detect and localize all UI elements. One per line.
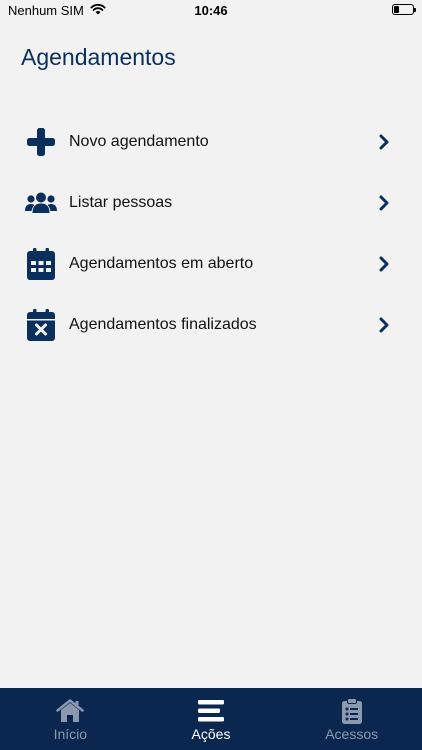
chevron-right-icon xyxy=(378,195,390,211)
tab-label: Início xyxy=(53,726,88,742)
menu-item-novo-agendamento[interactable]: Novo agendamento xyxy=(0,111,422,172)
clipboard-list-icon xyxy=(341,698,362,724)
chevron-right-icon xyxy=(378,134,390,150)
tab-acoes[interactable]: Ações xyxy=(141,688,282,750)
menu-bars-icon xyxy=(198,698,224,724)
tab-bar: Início Ações Acessos xyxy=(0,688,422,750)
home-icon xyxy=(56,698,85,724)
battery-icon xyxy=(392,4,416,15)
tab-label: Ações xyxy=(191,726,231,742)
status-time: 10:46 xyxy=(194,3,228,18)
calendar-times-icon xyxy=(25,308,57,341)
menu-item-label: Listar pessoas xyxy=(69,193,173,211)
status-bar: Nenhum SIM 10:46 xyxy=(0,0,422,22)
page-title: Agendamentos xyxy=(21,44,176,70)
menu-item-label: Novo agendamento xyxy=(69,132,209,150)
tab-inicio[interactable]: Início xyxy=(0,688,141,750)
menu-item-listar-pessoas[interactable]: Listar pessoas xyxy=(0,172,422,233)
chevron-right-icon xyxy=(378,256,390,272)
tab-acessos[interactable]: Acessos xyxy=(281,688,422,750)
calendar-icon xyxy=(25,247,57,280)
users-icon xyxy=(25,187,57,219)
status-right xyxy=(392,4,416,15)
menu-item-agendamentos-em-aberto[interactable]: Agendamentos em aberto xyxy=(0,233,422,294)
menu-item-label: Agendamentos em aberto xyxy=(69,254,254,272)
chevron-right-icon xyxy=(378,317,390,333)
actions-menu: Novo agendamento Listar pessoas Agendame… xyxy=(0,111,422,355)
battery-fill xyxy=(394,6,400,13)
menu-item-agendamentos-finalizados[interactable]: Agendamentos finalizados xyxy=(0,294,422,355)
tab-label: Acessos xyxy=(325,726,379,742)
menu-item-label: Agendamentos finalizados xyxy=(69,315,257,333)
plus-icon xyxy=(25,126,57,158)
